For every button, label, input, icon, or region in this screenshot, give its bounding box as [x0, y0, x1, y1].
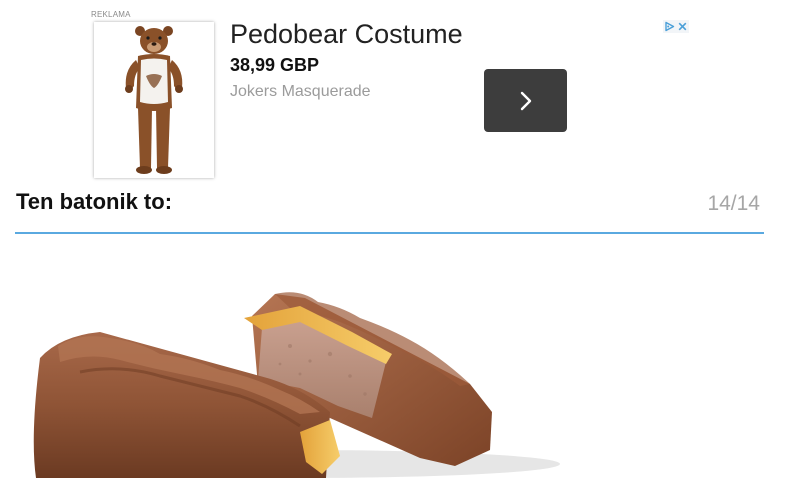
ad-advertiser: Jokers Masquerade — [230, 83, 371, 100]
bear-costume-image[interactable] — [94, 22, 214, 178]
adchoices-play-icon[interactable] — [663, 20, 676, 33]
chevron-right-icon — [520, 91, 532, 111]
ad-price: 38,99 GBP — [230, 55, 320, 75]
question-title: Ten batonik to: — [16, 189, 173, 214]
chocolate-bar-image — [0, 236, 800, 478]
ad-label: REKLAMA — [91, 10, 131, 19]
adchoices-close-icon[interactable] — [676, 20, 689, 33]
ad-next-button[interactable] — [484, 69, 567, 132]
question-counter: 14/14 — [707, 192, 760, 215]
divider — [15, 232, 764, 234]
adchoices[interactable] — [663, 20, 689, 33]
ad-product-title[interactable]: Pedobear Costume — [230, 19, 463, 50]
